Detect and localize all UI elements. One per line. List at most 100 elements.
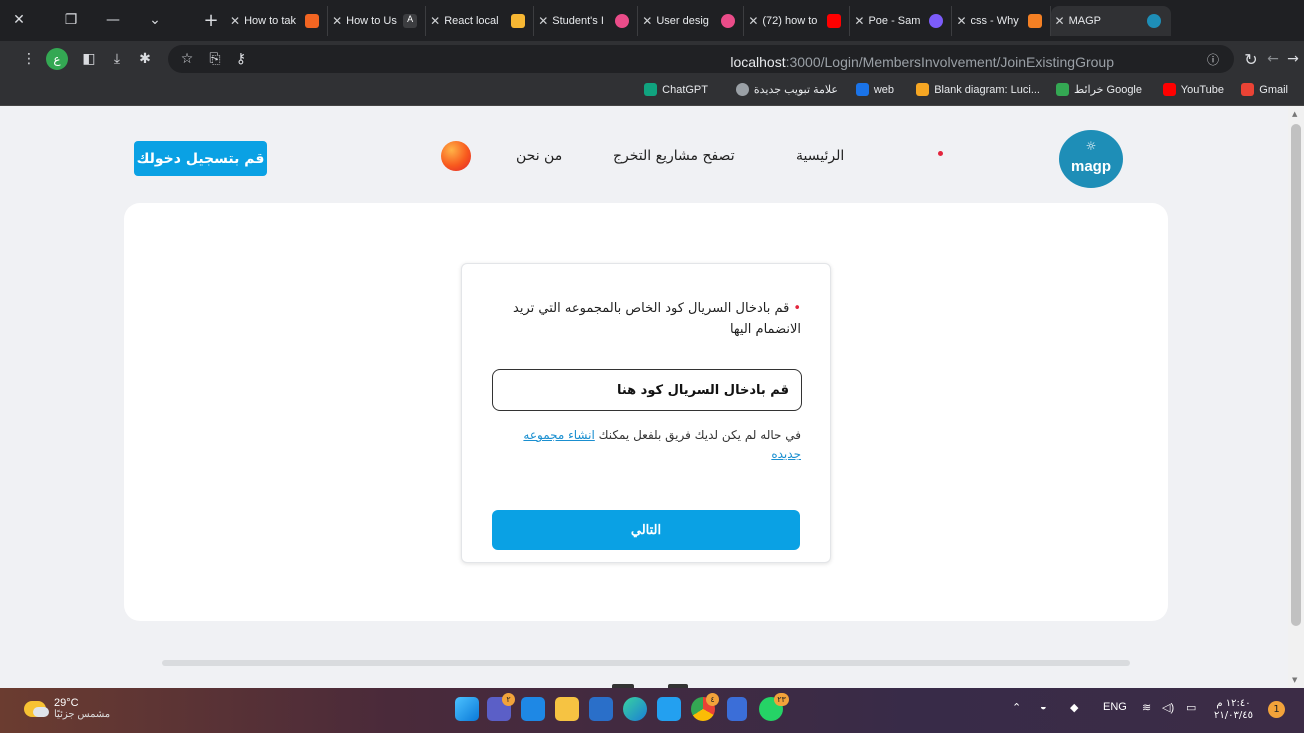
close-window-icon[interactable]: ✕: [4, 6, 34, 34]
teams-icon[interactable]: ٢: [487, 693, 515, 721]
address-bar[interactable]: ☆ ⎘ ⚷ localhost:3000/Login/MembersInvolv…: [168, 45, 1234, 73]
clock[interactable]: ١٢:٤٠ م ٢١/٠٣/٤٥: [1214, 698, 1253, 722]
password-key-icon[interactable]: ⚷: [230, 48, 252, 70]
tab-list: ✕ How to tak ✕ How to Us A ✕ React local ✕ St…: [226, 6, 1171, 36]
start-icon[interactable]: [455, 697, 479, 721]
whatsapp-icon[interactable]: ٢٣: [759, 693, 789, 721]
profile-avatar[interactable]: ع: [46, 48, 68, 70]
scrollbar-thumb[interactable]: [1291, 124, 1301, 626]
nav-projects[interactable]: تصفح مشاريع التخرج: [613, 148, 735, 164]
create-group-note: في حاله لم يكن لديك فريق بلفعل يمكنك انش…: [491, 426, 801, 464]
language-indicator[interactable]: ENG: [1103, 701, 1127, 713]
tab-title: MAGP: [1068, 15, 1101, 27]
bookmark-lucidchart[interactable]: Blank diagram: Luci...: [911, 83, 1040, 96]
active-tab[interactable]: ✕ MAGP: [1050, 6, 1171, 36]
app: { "browser": { "tabs": [ {"title": "How …: [0, 0, 1304, 733]
close-tab-icon[interactable]: ✕: [538, 14, 548, 28]
nav-home[interactable]: الرئيسية: [796, 148, 844, 164]
close-tab-icon[interactable]: ✕: [956, 14, 966, 28]
browser-toolbar: ⋮ ع ◧ ⤓ ✱ ☆ ⎘ ⚷ localhost:3000/Login/Mem…: [0, 41, 1304, 77]
tab[interactable]: ✕ Student's I: [534, 6, 639, 36]
photos-icon[interactable]: [589, 697, 613, 721]
new-tab-icon[interactable]: +: [196, 6, 226, 34]
close-tab-icon[interactable]: ✕: [430, 14, 440, 28]
reload-icon[interactable]: ↻: [1240, 48, 1262, 70]
tab-title: React local: [444, 15, 499, 27]
tab[interactable]: ✕ User desig: [638, 6, 745, 36]
active-nav-dot: [938, 151, 943, 156]
bookmark-new-tab[interactable]: علامة تبويب جديدة: [731, 83, 838, 96]
bookmark-label: ChatGPT: [662, 83, 708, 96]
file-explorer-icon[interactable]: [555, 697, 579, 721]
join-group-form: •قم بادخال السريال كود الخاص بالمجموعه ا…: [461, 263, 831, 563]
serial-code-input[interactable]: [492, 369, 802, 411]
scroll-down-icon[interactable]: ▼: [1292, 676, 1297, 684]
tab-search-icon[interactable]: ⌄: [140, 6, 170, 34]
chatgpt-icon: [644, 83, 658, 96]
download-icon[interactable]: ⤓: [106, 48, 128, 70]
side-panel-icon[interactable]: ◧: [78, 48, 100, 70]
tab[interactable]: ✕ React local: [426, 6, 535, 36]
next-button[interactable]: التالي: [492, 510, 800, 550]
restore-window-icon[interactable]: ❐: [56, 6, 86, 34]
required-mark: •: [793, 301, 801, 316]
teams-badge: ٢: [502, 693, 515, 706]
volume-icon[interactable]: ◁): [1162, 701, 1174, 714]
vscode-icon[interactable]: [657, 697, 681, 721]
close-tab-icon[interactable]: ✕: [230, 14, 240, 28]
chrome-icon[interactable]: ٤: [691, 693, 719, 721]
store-icon[interactable]: [521, 697, 545, 721]
bookmark-star-icon[interactable]: ☆: [176, 48, 198, 70]
bookmark-google-maps[interactable]: خرائط Google: [1051, 83, 1142, 96]
youtube-icon: [1162, 83, 1176, 96]
tab-favicon-icon: [929, 14, 944, 28]
bookmark-youtube[interactable]: YouTube: [1158, 83, 1224, 96]
partly-sunny-icon: [24, 701, 49, 717]
notification-badge[interactable]: 1: [1268, 701, 1285, 718]
close-tab-icon[interactable]: ✕: [1055, 14, 1065, 28]
tab[interactable]: ✕ css - Why: [952, 6, 1051, 36]
login-button[interactable]: قم بتسجيل دخولك: [134, 141, 267, 176]
battery-icon[interactable]: ▭: [1186, 701, 1196, 714]
weather-widget[interactable]: 29°C مشمس جزئيًا: [24, 697, 110, 721]
menu-icon[interactable]: ⋮: [18, 48, 40, 70]
tray-security-icon[interactable]: ◆: [1070, 701, 1078, 714]
minimize-window-icon[interactable]: —: [98, 6, 128, 34]
tab[interactable]: ✕ Poe - Sam: [850, 6, 953, 36]
wifi-icon[interactable]: ≋: [1142, 701, 1151, 714]
share-icon[interactable]: ⎘: [204, 48, 226, 70]
scroll-up-icon[interactable]: ▲: [1292, 110, 1297, 118]
forward-icon[interactable]: ←: [1262, 48, 1284, 70]
tray-chevron-icon[interactable]: ⌃: [1012, 701, 1021, 714]
page-scrollbar[interactable]: ▲ ▼: [1288, 106, 1304, 688]
tab[interactable]: ✕ (72) how to: [744, 6, 851, 36]
notion-icon: [855, 83, 869, 96]
site-logo[interactable]: ☼ magp: [1059, 130, 1123, 188]
bookmark-gmail[interactable]: Gmail: [1236, 83, 1288, 96]
tab-favicon-icon: [305, 14, 320, 28]
bookmark-label: علامة تبويب جديدة: [753, 84, 838, 96]
tab-title: How to tak: [244, 15, 297, 27]
tray-app-icon[interactable]: ◒: [1040, 701, 1047, 713]
globe-icon: [735, 83, 749, 96]
nav-about[interactable]: من نحن: [516, 148, 562, 164]
close-tab-icon[interactable]: ✕: [642, 14, 652, 28]
close-tab-icon[interactable]: ✕: [748, 14, 758, 28]
back-icon[interactable]: →: [1282, 48, 1304, 70]
label-text: قم بادخال السريال كود الخاص بالمجموعه ال…: [513, 301, 801, 337]
site-info-icon[interactable]: ⓘ: [1202, 48, 1224, 70]
profile-orb-icon[interactable]: [441, 141, 471, 171]
tab[interactable]: ✕ How to Us A: [328, 6, 427, 36]
extensions-icon[interactable]: ✱: [134, 48, 156, 70]
close-tab-icon[interactable]: ✕: [332, 14, 342, 28]
bookmark-label: خرائط Google: [1074, 84, 1142, 96]
close-tab-icon[interactable]: ✕: [854, 14, 864, 28]
browser-tab-strip: ✕ ❐ — ⌄ + ✕ How to tak ✕ How to Us A ✕ React…: [0, 0, 1304, 41]
bookmark-chatgpt[interactable]: ChatGPT: [639, 83, 708, 96]
tab-title: css - Why: [970, 15, 1019, 27]
edge-icon[interactable]: [623, 697, 647, 721]
tab-title: Student's I: [552, 15, 604, 27]
tab[interactable]: ✕ How to tak: [226, 6, 329, 36]
bookmark-web[interactable]: web: [851, 83, 894, 96]
notepad-icon[interactable]: [727, 697, 747, 721]
